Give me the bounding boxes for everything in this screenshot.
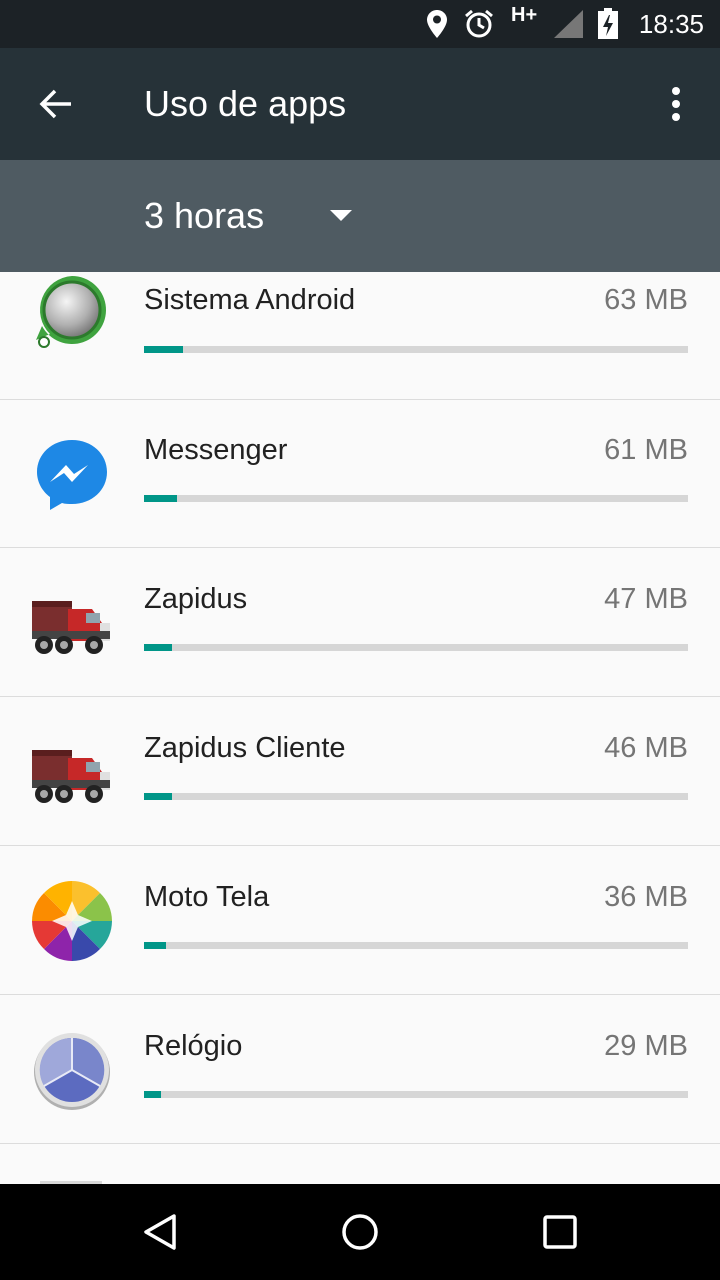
app-data-size: 46 MB [604, 732, 688, 764]
usage-bar [144, 942, 688, 949]
alarm-icon [463, 0, 495, 48]
messenger-icon [28, 430, 116, 518]
list-item[interactable]: Zapidus 47 MB [0, 549, 720, 697]
list-item[interactable]: Zapidus Cliente 46 MB [0, 698, 720, 846]
app-name: Sistema Android [144, 284, 356, 316]
recents-nav-icon [543, 1215, 577, 1249]
nav-recents-button[interactable] [530, 1202, 590, 1262]
list-item[interactable]: Sistema Android 63 MB [0, 272, 720, 400]
page-title: Uso de apps [144, 83, 347, 124]
status-time: 18:35 [638, 9, 704, 39]
status-bar: H+ 18:35 [0, 0, 720, 48]
usage-bar-fill [144, 1091, 161, 1098]
app-name: Zapidus Cliente [144, 732, 346, 764]
app-name: Zapidus [144, 583, 248, 615]
usage-bar-fill [144, 346, 184, 353]
navigation-bar [0, 1184, 720, 1280]
app-name: Messenger [144, 434, 288, 466]
usage-bar [144, 644, 688, 651]
truck-icon [28, 579, 116, 667]
location-icon [424, 0, 450, 48]
home-nav-icon [342, 1214, 378, 1250]
usage-bar-fill [144, 942, 166, 949]
app-usage-list: Sistema Android 63 MB Messenger 61 MB Za… [0, 272, 720, 1184]
app-data-size: 36 MB [604, 881, 688, 913]
dropdown-arrow-icon [330, 210, 352, 221]
app-data-size: 47 MB [604, 583, 688, 615]
usage-bar [144, 1091, 688, 1098]
list-item[interactable]: Relógio 29 MB [0, 996, 720, 1144]
app-data-size: 61 MB [604, 434, 688, 466]
overflow-menu-button[interactable] [652, 76, 700, 132]
signal-icon [552, 0, 584, 48]
usage-bar [144, 793, 688, 800]
usage-bar-fill [144, 793, 173, 800]
list-item[interactable]: Moto Tela 36 MB [0, 847, 720, 995]
period-selector[interactable]: 3 horas [0, 160, 720, 272]
app-name: Relógio [144, 1030, 243, 1062]
moto-display-icon [28, 877, 116, 965]
more-vert-icon [672, 87, 680, 121]
arrow-back-icon [39, 89, 71, 119]
battery-charging-icon [596, 0, 620, 48]
clock-icon [28, 1026, 116, 1114]
app-name: Moto Tela [144, 881, 270, 913]
app-data-size: 29 MB [604, 1030, 688, 1062]
period-selected: 3 horas [144, 195, 265, 236]
truck-icon [28, 728, 116, 816]
app-bar: Uso de apps [0, 48, 720, 160]
android-system-icon [28, 272, 116, 356]
back-nav-icon [144, 1214, 176, 1250]
list-item-partial[interactable] [0, 1145, 720, 1184]
usage-bar [144, 495, 688, 502]
nav-back-button[interactable] [130, 1202, 190, 1262]
usage-bar-fill [144, 644, 173, 651]
network-type: H+ [511, 4, 538, 26]
back-button[interactable] [28, 76, 84, 132]
app-data-size: 63 MB [604, 284, 688, 316]
list-item[interactable]: Messenger 61 MB [0, 400, 720, 548]
usage-bar [144, 346, 688, 353]
nav-home-button[interactable] [330, 1202, 390, 1262]
usage-bar-fill [144, 495, 178, 502]
